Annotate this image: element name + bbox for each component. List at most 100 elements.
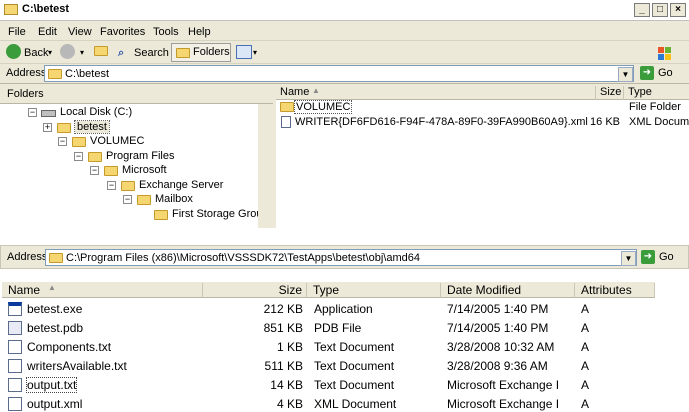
file-row[interactable]: VOLUMEC File Folder bbox=[276, 100, 689, 115]
file-modified: Microsoft Exchange I bbox=[447, 397, 560, 411]
folders-title: Folders bbox=[7, 88, 44, 100]
tree-item-label: First Storage Group bbox=[172, 208, 269, 220]
address-value: C:\Program Files (x86)\Microsoft\VSSSDK7… bbox=[66, 252, 420, 264]
file-name: betest.pdb bbox=[27, 321, 84, 335]
folder-icon bbox=[154, 210, 168, 220]
forward-dropdown-icon[interactable]: ▾ bbox=[80, 44, 84, 62]
address-bar: Address C:\betest ▼ ➜ Go bbox=[0, 64, 689, 84]
window-title: C:\betest bbox=[22, 3, 70, 15]
folder-icon bbox=[137, 195, 151, 205]
column-header-name[interactable]: Name ▲ bbox=[276, 86, 596, 100]
column-header-date-modified[interactable]: Date Modified bbox=[441, 283, 575, 298]
file-type: Application bbox=[314, 302, 373, 316]
folder-icon bbox=[176, 48, 190, 58]
drive-icon bbox=[41, 110, 56, 117]
file-modified: 7/14/2005 1:40 PM bbox=[447, 302, 549, 316]
address-dropdown-icon[interactable]: ▼ bbox=[618, 67, 633, 82]
folder-icon bbox=[57, 123, 71, 133]
application-file-icon bbox=[8, 302, 22, 316]
collapse-icon[interactable]: − bbox=[107, 181, 116, 190]
file-row[interactable]: betest.exe 212 KB Application 7/14/2005 … bbox=[2, 300, 682, 319]
tree-item-label: Microsoft bbox=[122, 164, 167, 176]
collapse-icon[interactable]: − bbox=[74, 152, 83, 161]
go-arrow-icon: ➜ bbox=[641, 250, 655, 264]
column-header-name[interactable]: Name ▲ bbox=[2, 283, 203, 298]
expand-icon[interactable]: + bbox=[43, 123, 52, 132]
file-row[interactable]: Components.txt 1 KB Text Document 3/28/2… bbox=[2, 338, 682, 357]
file-size: 14 KB bbox=[270, 378, 303, 392]
menu-favorites[interactable]: Favorites bbox=[100, 26, 145, 38]
folders-button-label: Folders bbox=[193, 46, 230, 58]
file-modified: Microsoft Exchange I bbox=[447, 378, 560, 392]
sort-ascending-icon: ▲ bbox=[312, 86, 320, 95]
menu-help[interactable]: Help bbox=[188, 26, 211, 38]
file-modified: 3/28/2008 9:36 AM bbox=[447, 359, 548, 373]
minimize-button[interactable]: _ bbox=[634, 3, 650, 17]
file-list-header: Name ▲ Size Type bbox=[276, 85, 689, 100]
file-row[interactable]: WRITER{DF6FD616-F94F-478A-89F0-39FA990B6… bbox=[276, 115, 689, 130]
menu-edit[interactable]: Edit bbox=[38, 26, 57, 38]
folder-icon bbox=[4, 4, 18, 15]
file-attributes: A bbox=[581, 340, 590, 354]
back-dropdown-icon[interactable]: ▾ bbox=[48, 44, 52, 62]
address-label: Address bbox=[7, 251, 48, 263]
file-size: 4 KB bbox=[276, 397, 303, 411]
folder-icon bbox=[104, 166, 118, 176]
collapse-icon[interactable]: − bbox=[28, 108, 37, 117]
file-attributes: A bbox=[581, 321, 590, 335]
address-input[interactable]: C:\Program Files (x86)\Microsoft\VSSSDK7… bbox=[45, 249, 637, 266]
file-row[interactable]: betest.pdb 851 KB PDB File 7/14/2005 1:4… bbox=[2, 319, 682, 338]
file-type: XML Documer bbox=[629, 116, 689, 128]
file-attributes: A bbox=[581, 378, 590, 392]
collapse-icon[interactable]: − bbox=[58, 137, 67, 146]
file-row[interactable]: writersAvailable.txt 511 KB Text Documen… bbox=[2, 357, 682, 376]
file-size: 511 KB bbox=[264, 359, 303, 373]
address-input[interactable]: C:\betest ▼ bbox=[44, 65, 634, 82]
file-attributes: A bbox=[581, 302, 590, 316]
forward-arrow-icon[interactable] bbox=[60, 44, 75, 59]
column-label: Name bbox=[8, 283, 41, 297]
file-list-pane: Name ▲ Size Type VOLUMEC File Folder WRI… bbox=[276, 85, 689, 228]
back-button[interactable]: Back bbox=[24, 44, 48, 62]
address-label: Address bbox=[6, 67, 47, 79]
column-header-type[interactable]: Type bbox=[307, 283, 441, 298]
file-size: 851 KB bbox=[263, 321, 303, 335]
menu-tools[interactable]: Tools bbox=[153, 26, 179, 38]
file-name: output.txt bbox=[25, 377, 78, 393]
menu-file[interactable]: File bbox=[8, 26, 26, 38]
address-dropdown-icon[interactable]: ▼ bbox=[621, 251, 636, 266]
close-button[interactable]: × bbox=[670, 3, 686, 17]
file-type: PDB File bbox=[314, 321, 362, 335]
folder-icon bbox=[121, 181, 135, 191]
search-button[interactable]: Search bbox=[134, 44, 169, 62]
explorer-window-bottom: Address C:\Program Files (x86)\Microsoft… bbox=[0, 243, 689, 412]
column-label: Name bbox=[280, 86, 310, 98]
tree-item-label: Program Files bbox=[106, 150, 175, 162]
collapse-icon[interactable]: − bbox=[123, 195, 132, 204]
tree-item-label: VOLUMEC bbox=[90, 135, 145, 147]
column-header-attributes[interactable]: Attributes bbox=[575, 283, 655, 298]
views-dropdown-icon[interactable]: ▾ bbox=[253, 44, 257, 62]
folder-up-icon[interactable] bbox=[94, 46, 108, 56]
column-header-size[interactable]: Size bbox=[596, 86, 624, 100]
sort-ascending-icon: ▲ bbox=[48, 283, 56, 292]
views-icon[interactable] bbox=[236, 45, 252, 59]
column-header-size[interactable]: Size bbox=[203, 283, 307, 298]
file-row[interactable]: output.txt 14 KB Text Document Microsoft… bbox=[2, 376, 682, 395]
collapse-icon[interactable]: − bbox=[90, 166, 99, 175]
go-label: Go bbox=[659, 251, 674, 263]
file-name: betest.exe bbox=[27, 302, 83, 316]
file-modified: 3/28/2008 10:32 AM bbox=[447, 340, 555, 354]
file-type: Text Document bbox=[314, 340, 395, 354]
folder-icon bbox=[49, 253, 63, 263]
xml-file-icon bbox=[281, 116, 291, 128]
maximize-button[interactable]: □ bbox=[652, 3, 668, 17]
tree-item-label: betest bbox=[74, 120, 110, 134]
column-header-type[interactable]: Type bbox=[624, 86, 689, 100]
menu-view[interactable]: View bbox=[68, 26, 92, 38]
file-size: 212 KB bbox=[263, 302, 303, 316]
folder-icon bbox=[88, 152, 102, 162]
folders-button[interactable]: Folders bbox=[171, 43, 231, 62]
file-row[interactable]: output.xml 4 KB XML Document Microsoft E… bbox=[2, 395, 682, 412]
folders-scrollbar[interactable] bbox=[258, 104, 273, 228]
